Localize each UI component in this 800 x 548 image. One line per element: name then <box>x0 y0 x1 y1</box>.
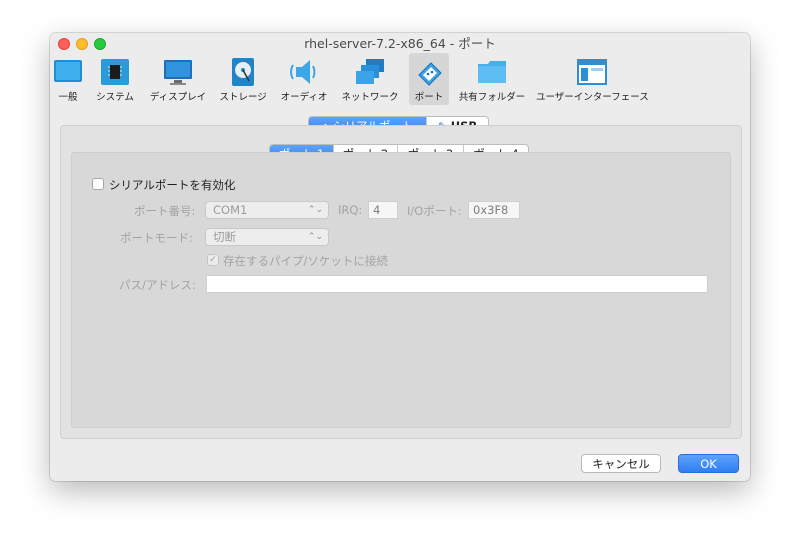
audio-speaker-icon <box>290 60 316 84</box>
connect-existing-pipe-label: 存在するパイプ/ソケットに接続 <box>223 254 388 268</box>
toolbar-item-audio[interactable]: オーディオ <box>280 53 328 105</box>
toolbar-item-storage[interactable]: ストレージ <box>217 53 269 105</box>
port-mode-label: ポートモード: <box>120 231 193 245</box>
display-monitor-icon <box>164 60 192 85</box>
toolbar-item-ports[interactable]: ポート <box>409 53 449 105</box>
connect-existing-pipe-checkbox[interactable]: ✓ <box>207 254 219 266</box>
storage-disk-icon <box>232 58 254 86</box>
window-title: rhel-server-7.2-x86_64 - ポート <box>304 36 496 51</box>
checkmark-icon: ✓ <box>209 255 217 265</box>
updown-chevron-icon: ⌃⌄ <box>307 205 323 215</box>
irq-field[interactable]: 4 <box>368 201 398 219</box>
cancel-button[interactable]: キャンセル <box>581 454 661 473</box>
settings-window: rhel-server-7.2-x86_64 - ポート 一般 システム ディス… <box>50 33 750 481</box>
toolbar-item-system[interactable]: システム <box>92 53 138 105</box>
shared-folder-icon <box>478 61 506 83</box>
toolbar-item-network[interactable]: ネットワーク <box>338 53 402 105</box>
toolbar-item-general[interactable]: 一般 <box>52 53 84 105</box>
zoom-window-button[interactable] <box>94 38 106 50</box>
io-port-label: I/Oポート: <box>407 204 462 218</box>
enable-serial-port-label: シリアルポートを有効化 <box>109 178 236 192</box>
port-plug-icon <box>418 62 442 86</box>
path-address-label: パス/アドレス: <box>119 278 196 292</box>
toolbar-item-user-interface[interactable]: ユーザーインターフェース <box>536 53 649 105</box>
updown-chevron-icon: ⌃⌄ <box>307 232 323 242</box>
system-chip-icon <box>101 59 129 85</box>
settings-panel: ポート 1 ポート 2 ポート 3 ポート 4 シリアルポートを有効化 ポート番… <box>60 125 742 439</box>
toolbar-item-display[interactable]: ディスプレイ <box>148 53 208 105</box>
io-port-field[interactable]: 0x3F8 <box>468 201 520 219</box>
enable-serial-port-checkbox[interactable] <box>92 178 104 190</box>
network-icon <box>356 59 384 84</box>
settings-toolbar: 一般 システム ディスプレイ ストレージ オーディオ ネットワーク ポート 共有… <box>50 53 750 107</box>
ok-button[interactable]: OK <box>678 454 739 473</box>
port-settings-area: シリアルポートを有効化 ポート番号: COM1 ⌃⌄ IRQ: 4 I/Oポート… <box>71 152 731 428</box>
path-address-field[interactable] <box>206 275 708 293</box>
port-number-select[interactable]: COM1 ⌃⌄ <box>205 201 329 219</box>
toolbar-item-shared-folders[interactable]: 共有フォルダー <box>458 53 526 105</box>
minimize-window-button[interactable] <box>76 38 88 50</box>
close-window-button[interactable] <box>58 38 70 50</box>
port-mode-select[interactable]: 切断 ⌃⌄ <box>205 228 329 246</box>
general-icon <box>54 60 82 82</box>
user-interface-icon <box>577 59 607 85</box>
irq-label: IRQ: <box>338 203 363 217</box>
port-number-label: ポート番号: <box>134 204 196 218</box>
